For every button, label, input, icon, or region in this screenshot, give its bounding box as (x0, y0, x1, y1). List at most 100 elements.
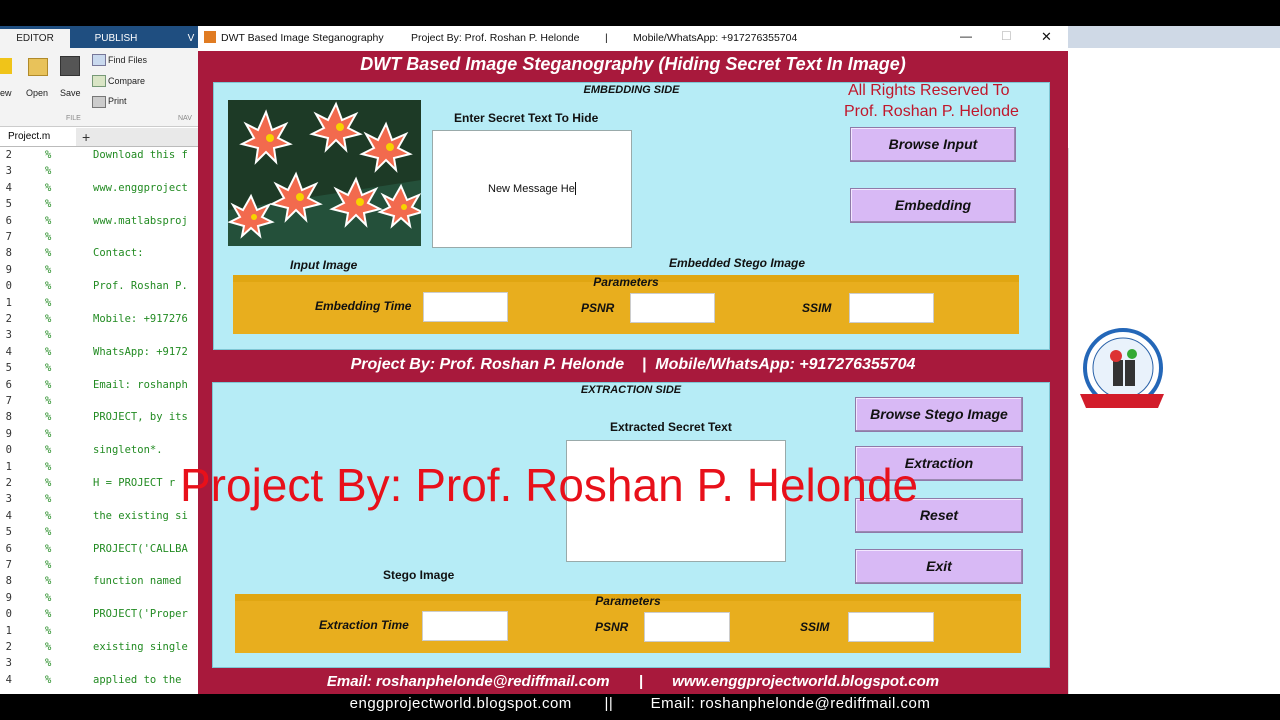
comment-marker: % (45, 509, 52, 522)
comment-marker: % (45, 181, 52, 194)
line-number: 1 (5, 460, 12, 473)
code-line: Email: roshanph (93, 378, 188, 391)
extraction-parameters-panel: Parameters Extraction Time PSNR SSIM (235, 594, 1021, 653)
window-titlebar: DWT Based Image Steganography Project By… (198, 26, 1068, 51)
compare-icon[interactable] (92, 75, 106, 87)
line-number: 4 (5, 673, 12, 686)
comment-marker: % (45, 591, 52, 604)
ribbon-tabs: EDITOR PUBLISH V (0, 26, 198, 48)
line-number: 1 (5, 296, 12, 309)
embedding-time-label: Embedding Time (315, 299, 412, 313)
embedding-time-field[interactable] (423, 292, 508, 322)
line-number: 9 (5, 427, 12, 440)
line-number: 7 (5, 559, 12, 571)
institution-logo (1078, 326, 1164, 414)
gui-heading: DWT Based Image Steganography (Hiding Se… (360, 54, 906, 74)
add-tab-icon[interactable]: + (82, 128, 90, 146)
close-icon[interactable]: ✕ (1041, 29, 1052, 45)
right-pane (1068, 148, 1280, 694)
input-image (228, 100, 421, 246)
code-editor[interactable]: 2% Download this f 3% 4% www.enggproject 5% 6%… (0, 147, 198, 694)
comment-marker: % (45, 657, 52, 670)
embedded-stego-image-label: Embedded Stego Image (669, 256, 806, 270)
text-caret (575, 182, 576, 195)
code-line: Prof. Roshan P. (93, 280, 188, 293)
comment-marker: % (45, 345, 52, 358)
window-separator: | (605, 32, 608, 44)
tab-editor[interactable]: EDITOR (0, 29, 70, 48)
open-folder-icon[interactable] (28, 58, 48, 76)
save-icon[interactable] (60, 56, 80, 76)
code-line: applied to the (93, 673, 182, 686)
line-number: 6 (5, 542, 12, 555)
line-number: 0 (5, 444, 12, 457)
comment-marker: % (45, 395, 52, 407)
extraction-panel: EXTRACTION SIDE Extracted Secret Text Br… (212, 382, 1050, 668)
comment-marker: % (45, 673, 52, 686)
line-number: 2 (5, 477, 12, 489)
code-line: the existing si (93, 509, 188, 522)
file-tab-project[interactable]: Project.m (0, 128, 76, 146)
code-line: PROJECT('Proper (93, 608, 188, 621)
line-number: 9 (5, 263, 12, 276)
embedding-ssim-field[interactable] (849, 293, 934, 323)
extraction-ssim-field[interactable] (848, 612, 934, 642)
secret-text-value: New Message He (488, 183, 575, 195)
line-number: 9 (5, 591, 12, 604)
code-line: www.matlabsproj (93, 214, 188, 227)
line-number: 6 (5, 378, 12, 391)
code-line: PROJECT, by its (93, 411, 188, 424)
comment-marker: % (45, 280, 52, 293)
print-label[interactable]: Print (108, 96, 127, 106)
compare-label[interactable]: Compare (108, 76, 145, 86)
extraction-psnr-label: PSNR (595, 620, 629, 634)
line-number: 8 (5, 247, 12, 260)
comment-marker: % (45, 559, 52, 571)
comment-marker: % (45, 214, 52, 227)
browse-input-button[interactable]: Browse Input (850, 127, 1016, 162)
find-files-label[interactable]: Find Files (108, 55, 147, 65)
comment-marker: % (45, 641, 52, 653)
extraction-psnr-field[interactable] (644, 612, 730, 642)
minimize-icon[interactable]: — (960, 29, 972, 43)
secret-text-input[interactable]: New Message He (432, 130, 632, 248)
extraction-time-field[interactable] (422, 611, 508, 641)
comment-marker: % (45, 444, 52, 457)
tab-publish[interactable]: PUBLISH (76, 29, 156, 48)
comment-marker: % (45, 608, 52, 621)
comment-marker: % (45, 165, 52, 178)
comment-marker: % (45, 411, 52, 424)
line-number: 8 (5, 411, 12, 424)
comment-marker: % (45, 198, 52, 211)
maximize-icon[interactable]: ☐ (1001, 29, 1012, 43)
line-number: 7 (5, 231, 12, 243)
comment-marker: % (45, 329, 52, 342)
embedding-psnr-field[interactable] (630, 293, 715, 323)
rights-line1: All Rights Reserved To (848, 82, 1010, 99)
find-files-icon[interactable] (92, 54, 106, 66)
embedding-ssim-label: SSIM (802, 301, 832, 315)
print-icon[interactable] (92, 96, 106, 108)
new-file-icon[interactable] (0, 58, 12, 74)
extracted-text-label: Extracted Secret Text (610, 420, 732, 434)
line-number: 1 (5, 624, 12, 637)
tab-view[interactable]: V (184, 29, 198, 48)
extraction-ssim-label: SSIM (800, 620, 830, 634)
browse-stego-image-button[interactable]: Browse Stego Image (855, 397, 1023, 432)
window-mobile: Mobile/WhatsApp: +917276355704 (633, 32, 798, 44)
code-line: Download this f (93, 149, 188, 161)
comment-marker: % (45, 542, 52, 555)
code-line: Contact: (93, 247, 144, 260)
comment-marker: % (45, 263, 52, 276)
window-project-by: Project By: Prof. Roshan P. Helonde (411, 32, 580, 44)
line-number: 8 (5, 575, 12, 588)
code-line: PROJECT('CALLBA (93, 542, 188, 555)
code-line: WhatsApp: +9172 (93, 345, 188, 358)
code-line: function named (93, 575, 182, 588)
embedding-parameters-panel: Parameters Embedding Time PSNR SSIM (233, 275, 1019, 334)
watermark-text: Project By: Prof. Roshan P. Helonde (180, 459, 919, 511)
exit-button[interactable]: Exit (855, 549, 1023, 584)
comment-marker: % (45, 493, 52, 506)
embedding-button[interactable]: Embedding (850, 188, 1016, 223)
comment-marker: % (45, 313, 52, 325)
